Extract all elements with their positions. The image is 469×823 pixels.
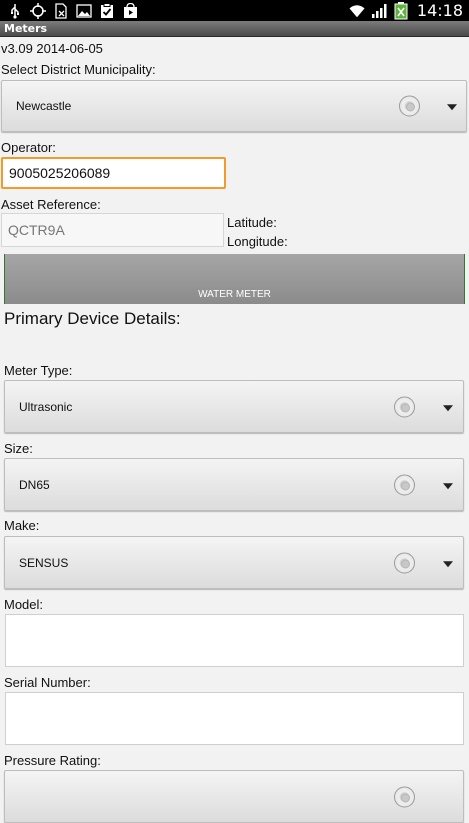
chevron-down-icon [443,404,453,411]
primary-device-heading: Primary Device Details: [4,309,181,328]
spinner-radio-icon [399,95,420,117]
make-label: Make: [4,518,40,533]
latitude-label: Latitude: [227,215,277,230]
version-text: v3.09 2014-06-05 [1,41,103,56]
size-spinner[interactable]: DN65 [4,458,464,511]
spinner-radio-icon [394,396,415,417]
district-spinner[interactable]: Newcastle [1,80,467,132]
battery-charging-icon [393,1,409,19]
operator-label: Operator: [1,140,56,155]
signal-icon [371,3,387,19]
chevron-down-icon [447,104,457,111]
play-store-icon [122,2,138,19]
water-meter-banner[interactable]: WATER METER [4,254,465,304]
asset-reference-field: QCTR9A [1,213,224,247]
serial-number-label: Serial Number: [4,675,91,690]
no-sim-icon [53,2,69,19]
district-label: Select District Municipality: [1,62,156,77]
chevron-down-icon [443,560,453,567]
clipboard-check-icon [99,2,115,19]
longitude-label: Longitude: [227,234,288,249]
spinner-radio-icon [394,474,415,495]
gallery-icon [76,3,92,19]
pressure-rating-label: Pressure Rating: [4,753,101,768]
clock: 14:18 [416,1,463,20]
water-meter-label: WATER METER [198,289,271,300]
model-input[interactable] [5,614,464,667]
make-value: SENSUS [19,555,69,570]
model-label: Model: [4,597,44,612]
meter-type-value: Ultrasonic [19,399,73,414]
spinner-radio-icon [394,552,415,573]
make-spinner[interactable]: SENSUS [4,536,464,589]
district-value: Newcastle [16,99,72,113]
status-bar: 14:18 [0,0,469,21]
operator-input[interactable]: 9005025206089 [1,157,226,189]
wifi-icon [349,3,365,19]
size-label: Size: [4,441,33,456]
chevron-down-icon [443,482,453,489]
serial-number-input[interactable] [5,692,464,745]
gps-icon [30,2,46,19]
meter-type-label: Meter Type: [4,363,73,378]
title-bar: Meters [0,21,469,37]
asset-reference-label: Asset Reference: [1,197,101,212]
pressure-rating-spinner[interactable] [4,770,464,823]
spinner-radio-icon [394,786,415,808]
app-title: Meters [4,22,48,35]
size-value: DN65 [19,477,50,492]
meter-type-spinner[interactable]: Ultrasonic [4,380,464,433]
usb-icon [7,3,23,19]
